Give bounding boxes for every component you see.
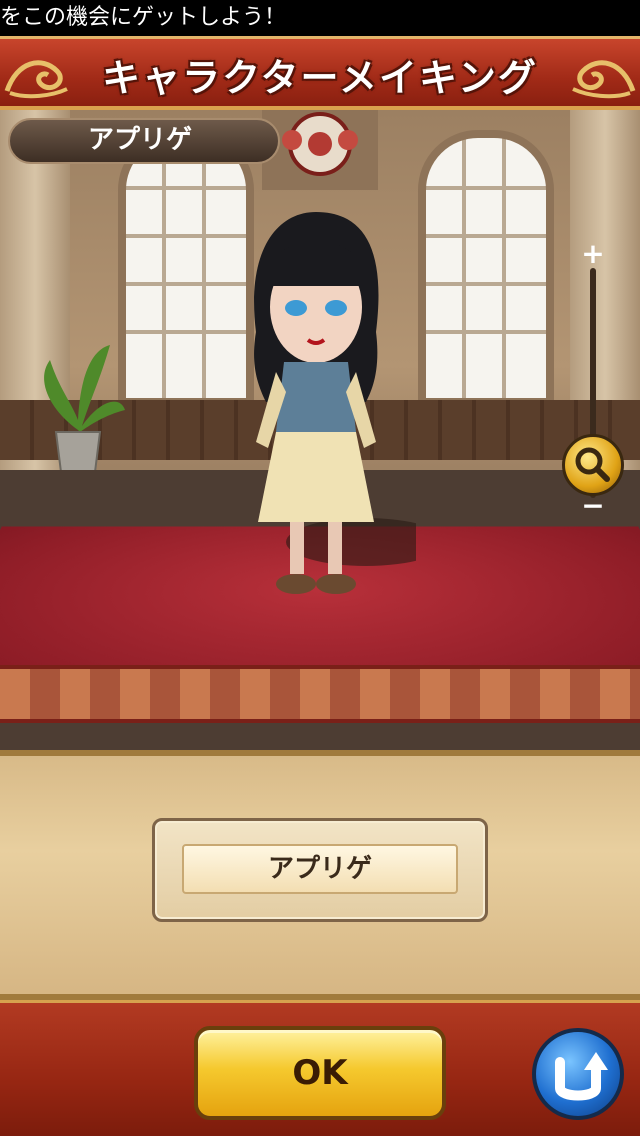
- title-bar: キャラクターメイキング: [0, 36, 640, 110]
- ornament-scroll-icon: [572, 60, 636, 99]
- stained-glass-window: [262, 110, 378, 190]
- character-avatar[interactable]: [216, 212, 416, 612]
- page-title: キャラクターメイキング: [102, 56, 538, 100]
- news-ticker: をこの機会にゲットしよう！: [0, 0, 640, 36]
- ok-button[interactable]: OK: [194, 1026, 446, 1120]
- character-name-badge: アプリゲ: [8, 118, 280, 164]
- magnifier-button[interactable]: [562, 434, 624, 496]
- option-name-button[interactable]: アプリゲ: [182, 844, 458, 894]
- back-button[interactable]: [532, 1028, 624, 1120]
- return-arrow-icon: [555, 1052, 608, 1101]
- potted-plant: [44, 345, 126, 481]
- magnifier-icon: [575, 447, 610, 482]
- zoom-in-icon[interactable]: +: [578, 240, 608, 270]
- carpet-border: [0, 665, 640, 723]
- arched-window: [418, 130, 554, 406]
